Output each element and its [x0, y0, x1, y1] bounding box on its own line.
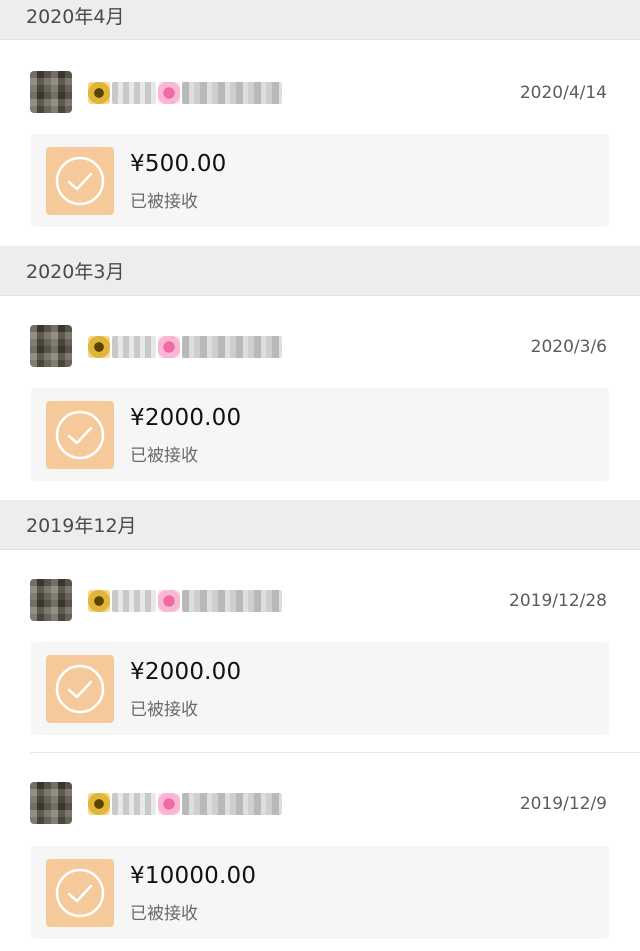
sunflower-icon — [88, 82, 110, 104]
record-date: 2019/12/9 — [519, 794, 607, 814]
flower-icon — [158, 590, 180, 612]
section-header-label: 2020年3月 — [26, 261, 125, 283]
section-header: 2020年4月 — [0, 0, 640, 40]
record-date: 2020/3/6 — [530, 337, 607, 357]
avatar[interactable] — [30, 71, 72, 113]
section-header: 2020年3月 — [0, 246, 640, 296]
transfer-status: 已被接收 — [130, 700, 198, 720]
avatar[interactable] — [30, 579, 72, 621]
nickname-text-blurred — [182, 336, 282, 358]
sender-nickname — [88, 790, 282, 818]
section-header-label: 2019年12月 — [26, 515, 137, 537]
nickname-text-blurred — [182, 82, 282, 104]
transfer-card[interactable]: ¥10000.00 已被接收 — [31, 846, 609, 939]
record-date: 2020/4/14 — [519, 83, 607, 103]
record-date: 2019/12/28 — [509, 591, 607, 611]
divider — [30, 752, 640, 753]
check-circle-icon — [55, 664, 105, 714]
transfer-icon — [46, 655, 114, 723]
nickname-text-blurred — [112, 82, 156, 104]
transfer-card[interactable]: ¥500.00 已被接收 — [31, 134, 609, 227]
nickname-text-blurred — [112, 793, 156, 815]
transfer-status: 已被接收 — [130, 192, 198, 212]
section-header-label: 2020年4月 — [26, 6, 125, 28]
transfer-icon — [46, 401, 114, 469]
avatar[interactable] — [30, 782, 72, 824]
avatar[interactable] — [30, 325, 72, 367]
sunflower-icon — [88, 336, 110, 358]
flower-icon — [158, 793, 180, 815]
transfer-card[interactable]: ¥2000.00 已被接收 — [31, 642, 609, 735]
transfer-amount: ¥500.00 — [130, 151, 227, 177]
sender-nickname — [88, 333, 282, 361]
check-circle-icon — [55, 156, 105, 206]
transfer-card[interactable]: ¥2000.00 已被接收 — [31, 388, 609, 481]
transfer-icon — [46, 147, 114, 215]
sender-nickname — [88, 79, 282, 107]
sunflower-icon — [88, 590, 110, 612]
flower-icon — [158, 336, 180, 358]
section-header: 2019年12月 — [0, 500, 640, 550]
transfer-amount: ¥10000.00 — [130, 863, 257, 889]
check-circle-icon — [55, 868, 105, 918]
nickname-text-blurred — [112, 336, 156, 358]
transfer-icon — [46, 859, 114, 927]
nickname-text-blurred — [182, 590, 282, 612]
transfer-amount: ¥2000.00 — [130, 405, 242, 431]
transfer-status: 已被接收 — [130, 446, 198, 466]
transfer-amount: ¥2000.00 — [130, 659, 242, 685]
sunflower-icon — [88, 793, 110, 815]
sender-nickname — [88, 587, 282, 615]
flower-icon — [158, 82, 180, 104]
nickname-text-blurred — [182, 793, 282, 815]
transfer-status: 已被接收 — [130, 904, 198, 924]
check-circle-icon — [55, 410, 105, 460]
nickname-text-blurred — [112, 590, 156, 612]
